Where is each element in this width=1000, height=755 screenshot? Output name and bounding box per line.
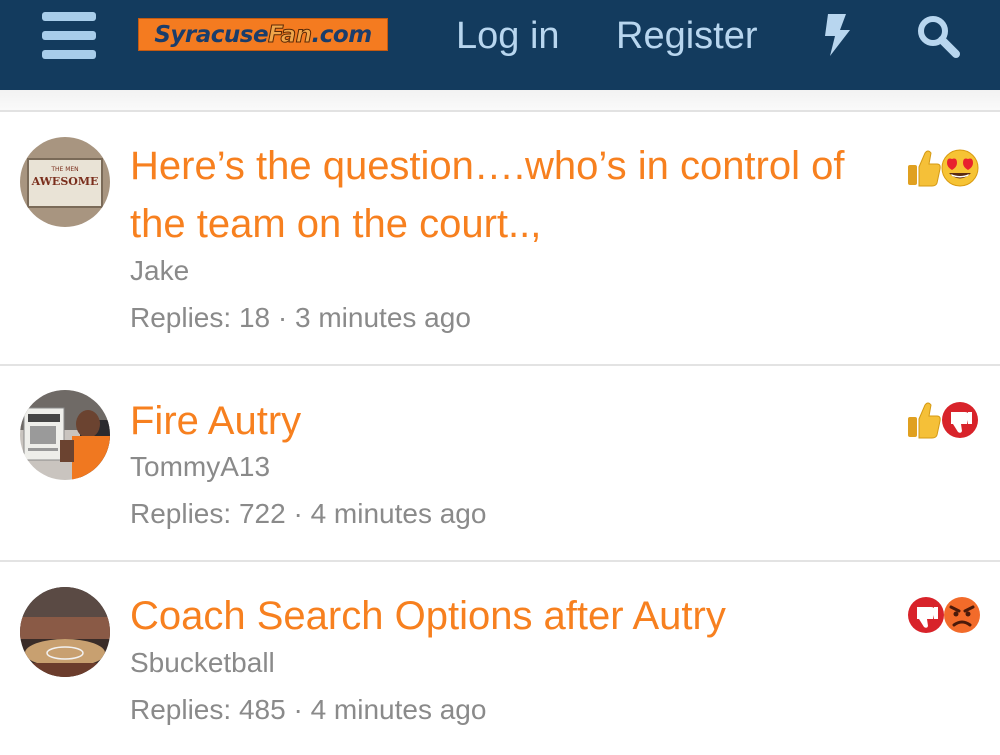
bolt-icon[interactable]: [822, 14, 852, 56]
avatar-sign-text: AWESOME: [31, 175, 99, 188]
replies-count: 18: [238, 302, 271, 333]
thread-author[interactable]: TommyA13: [130, 449, 270, 485]
menu-icon[interactable]: [42, 12, 96, 60]
thread-time[interactable]: 4 minutes ago: [311, 694, 487, 725]
meta-separator: ·: [277, 302, 288, 333]
avatar-sign-small-text: THE MEN: [50, 166, 78, 173]
meta-separator: ·: [293, 498, 303, 529]
reactions[interactable]: [906, 595, 982, 637]
meta-separator: ·: [293, 694, 303, 725]
thread-item[interactable]: Coach Search Options after Autry Sbucket…: [0, 562, 1000, 755]
thread-title[interactable]: Fire Autry: [130, 392, 890, 450]
thread-meta: Replies: 18 · 3 minutes ago: [130, 300, 471, 336]
thread-time[interactable]: 3 minutes ago: [295, 302, 471, 333]
avatar[interactable]: [20, 587, 110, 677]
thread-item[interactable]: THE MEN AWESOME Here’s the question….who…: [0, 112, 1000, 366]
register-link[interactable]: Register: [616, 14, 758, 58]
avatar[interactable]: THE MEN AWESOME: [20, 137, 110, 227]
replies-label: Replies:: [130, 302, 232, 333]
login-link[interactable]: Log in: [456, 14, 560, 58]
thumbs-down-icon: [942, 402, 978, 438]
thread-author[interactable]: Jake: [130, 253, 189, 289]
logo-text-syracuse: Syracuse: [154, 21, 269, 48]
subheader-divider: [0, 90, 1000, 112]
replies-count: 722: [238, 498, 286, 529]
heart-eyes-icon: [941, 149, 979, 187]
thread-title[interactable]: Coach Search Options after Autry: [130, 587, 890, 645]
reactions[interactable]: [906, 400, 982, 442]
thread-meta: Replies: 722 · 4 minutes ago: [130, 496, 486, 532]
replies-count: 485: [238, 694, 286, 725]
search-icon[interactable]: [916, 14, 960, 58]
thread-title[interactable]: Here’s the question….who’s in control of…: [130, 137, 890, 253]
replies-label: Replies:: [130, 694, 232, 725]
thumbs-up-icon: [908, 402, 941, 439]
thread-meta: Replies: 485 · 4 minutes ago: [130, 692, 486, 728]
logo-text-fan: Fan: [268, 21, 313, 48]
angry-icon: [944, 597, 980, 633]
reactions[interactable]: [906, 148, 982, 190]
logo-text-com: .com: [311, 21, 373, 48]
site-logo[interactable]: Syracuse Fan .com: [138, 18, 388, 51]
thread-item[interactable]: Fire Autry TommyA13 Replies: 722 · 4 min…: [0, 366, 1000, 562]
thread-author[interactable]: Sbucketball: [130, 645, 275, 681]
replies-label: Replies:: [130, 498, 232, 529]
top-nav-bar: Syracuse Fan .com Log in Register: [0, 0, 1000, 90]
avatar[interactable]: [20, 390, 110, 480]
thread-time[interactable]: 4 minutes ago: [311, 498, 487, 529]
thumbs-up-icon: [908, 150, 941, 187]
thumbs-down-icon: [908, 597, 944, 633]
